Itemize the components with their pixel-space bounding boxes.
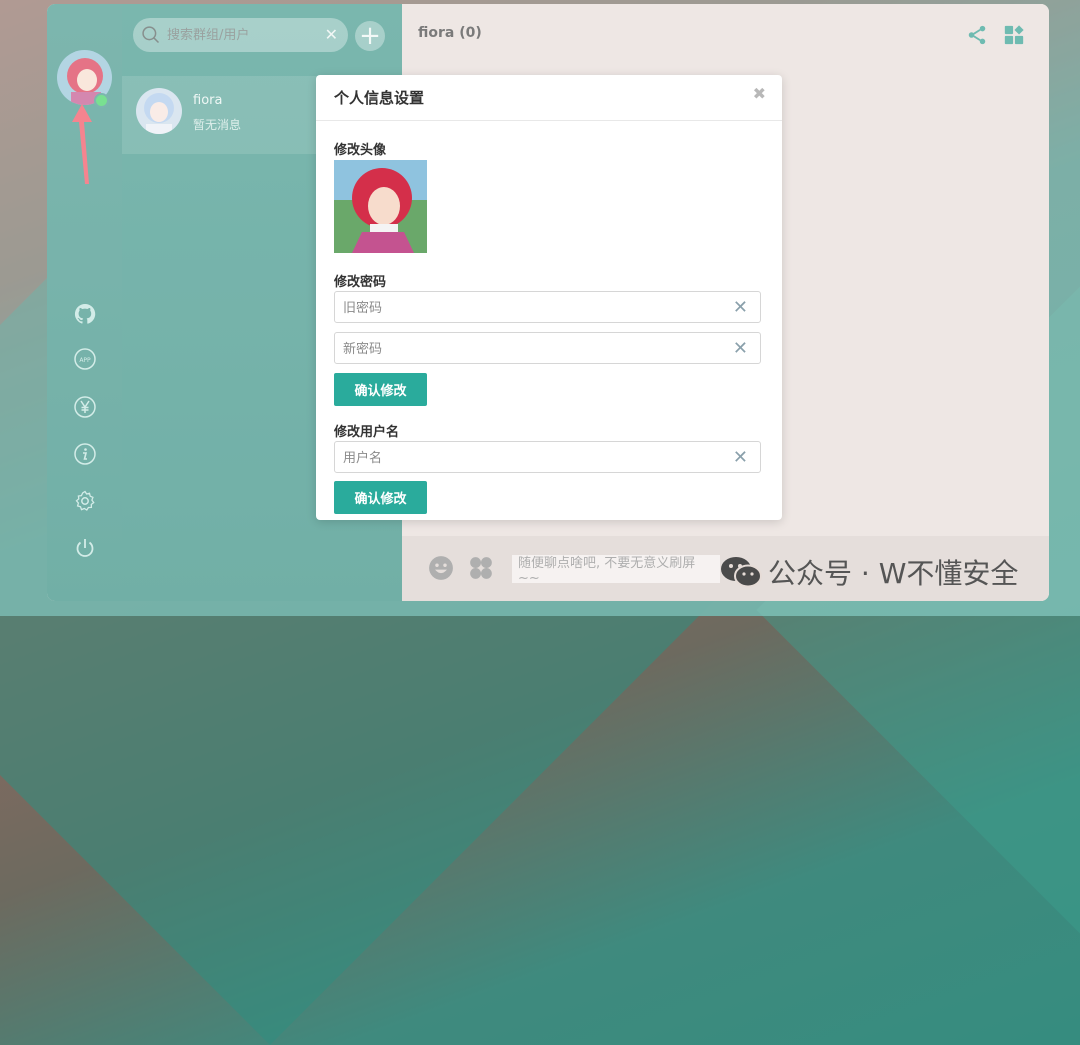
new-password-input[interactable] (335, 333, 725, 365)
dialog-header: 个人信息设置 ✖ (316, 75, 782, 121)
profile-settings-dialog: 个人信息设置 ✖ 修改头像 修改密码 ✕ ✕ 确认修改 修改用户名 ✕ 确认修改 (316, 75, 782, 520)
avatar-preview[interactable] (334, 160, 427, 253)
confirm-password-button[interactable]: 确认修改 (334, 373, 427, 406)
old-password-input[interactable] (335, 292, 725, 324)
username-section-label: 修改用户名 (334, 425, 400, 440)
clear-old-password-icon[interactable]: ✕ (733, 297, 748, 318)
dialog-title: 个人信息设置 (334, 89, 425, 107)
confirm-username-button[interactable]: 确认修改 (334, 481, 427, 514)
old-password-field: ✕ (334, 291, 761, 324)
password-section-label: 修改密码 (334, 275, 387, 290)
close-icon[interactable]: ✖ (753, 84, 766, 103)
username-field: ✕ (334, 441, 761, 474)
username-input[interactable] (335, 442, 725, 474)
clear-username-icon[interactable]: ✕ (733, 447, 748, 468)
new-password-field: ✕ (334, 332, 761, 365)
clear-new-password-icon[interactable]: ✕ (733, 338, 748, 359)
avatar-section-label: 修改头像 (334, 143, 387, 158)
watermark: 公众号 · W不懂安全 (720, 552, 1018, 592)
wechat-icon (721, 557, 762, 588)
watermark-text: 公众号 · W不懂安全 (768, 557, 1019, 590)
